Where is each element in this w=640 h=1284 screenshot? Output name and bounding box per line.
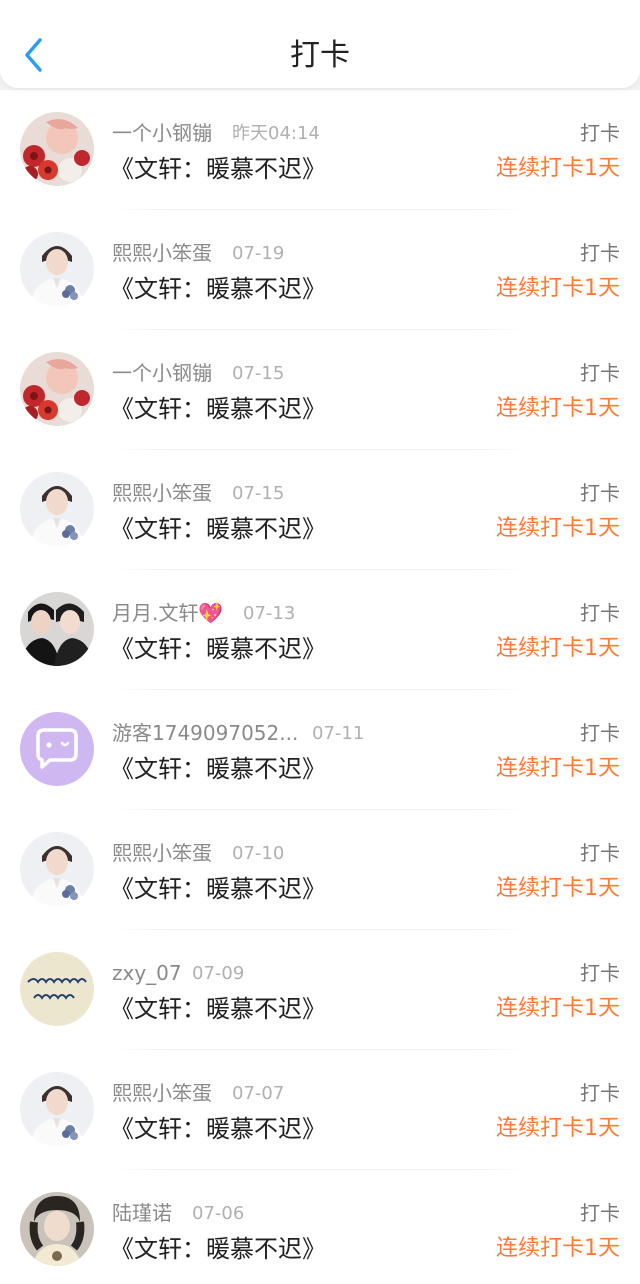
book-title[interactable]: 《文轩：暖慕不迟》 bbox=[110, 272, 326, 306]
timestamp: 07-06 bbox=[192, 1203, 245, 1224]
timestamp: 07-19 bbox=[232, 243, 285, 264]
username[interactable]: 一个小钢镚 bbox=[112, 360, 212, 386]
username[interactable]: 游客1749097052... bbox=[112, 720, 298, 746]
timestamp: 07-11 bbox=[312, 723, 365, 744]
timestamp: 07-10 bbox=[232, 843, 285, 864]
timestamp: 07-09 bbox=[192, 963, 245, 984]
checkin-label: 打卡 bbox=[580, 241, 620, 265]
avatar-white-suit[interactable] bbox=[20, 1072, 94, 1146]
list-item[interactable]: 游客1749097052... 07-11 《文轩：暖慕不迟》 打卡 连续打卡1… bbox=[0, 690, 640, 810]
avatar-white-suit[interactable] bbox=[20, 832, 94, 906]
checkin-label: 打卡 bbox=[580, 601, 620, 625]
checkin-label: 打卡 bbox=[580, 361, 620, 385]
streak-label: 连续打卡1天 bbox=[496, 156, 620, 181]
list-item[interactable]: 一个小钢镚 昨天04:14 《文轩：暖慕不迟》 打卡 连续打卡1天 bbox=[0, 90, 640, 210]
streak-label: 连续打卡1天 bbox=[496, 396, 620, 421]
streak-label: 连续打卡1天 bbox=[496, 636, 620, 661]
checkin-label: 打卡 bbox=[580, 961, 620, 985]
username[interactable]: 熙熙小笨蛋 bbox=[112, 240, 212, 266]
avatar-white-suit[interactable] bbox=[20, 232, 94, 306]
avatar-portrait[interactable] bbox=[20, 1192, 94, 1266]
book-title[interactable]: 《文轩：暖慕不迟》 bbox=[110, 752, 326, 786]
checkin-label: 打卡 bbox=[580, 481, 620, 505]
username[interactable]: 熙熙小笨蛋 bbox=[112, 1080, 212, 1106]
book-title[interactable]: 《文轩：暖慕不迟》 bbox=[110, 632, 326, 666]
streak-label: 连续打卡1天 bbox=[496, 996, 620, 1021]
username[interactable]: 熙熙小笨蛋 bbox=[112, 840, 212, 866]
username[interactable]: zxy_07 bbox=[112, 960, 182, 986]
checkin-label: 打卡 bbox=[580, 1081, 620, 1105]
streak-label: 连续打卡1天 bbox=[496, 756, 620, 781]
timestamp: 昨天04:14 bbox=[232, 123, 320, 144]
book-title[interactable]: 《文轩：暖慕不迟》 bbox=[110, 1232, 326, 1266]
book-title[interactable]: 《文轩：暖慕不迟》 bbox=[110, 392, 326, 426]
avatar-red-flowers[interactable] bbox=[20, 112, 94, 186]
avatar-handwriting[interactable] bbox=[20, 952, 94, 1026]
list-item[interactable]: 熙熙小笨蛋 07-19 《文轩：暖慕不迟》 打卡 连续打卡1天 bbox=[0, 210, 640, 330]
streak-label: 连续打卡1天 bbox=[496, 516, 620, 541]
avatar-two-people[interactable] bbox=[20, 592, 94, 666]
book-title[interactable]: 《文轩：暖慕不迟》 bbox=[110, 152, 326, 186]
timestamp: 07-13 bbox=[243, 603, 296, 624]
checkin-label: 打卡 bbox=[580, 1201, 620, 1225]
page-title: 打卡 bbox=[290, 38, 350, 73]
timestamp: 07-07 bbox=[232, 1083, 285, 1104]
list-item[interactable]: zxy_07 07-09 《文轩：暖慕不迟》 打卡 连续打卡1天 bbox=[0, 930, 640, 1050]
checkin-label: 打卡 bbox=[580, 841, 620, 865]
list-item[interactable]: 陆瑾诺 07-06 《文轩：暖慕不迟》 打卡 连续打卡1天 bbox=[0, 1170, 640, 1284]
avatar-red-flowers[interactable] bbox=[20, 352, 94, 426]
streak-label: 连续打卡1天 bbox=[496, 1236, 620, 1261]
avatar-white-suit[interactable] bbox=[20, 472, 94, 546]
streak-label: 连续打卡1天 bbox=[496, 1116, 620, 1141]
app-header: 打卡 bbox=[0, 0, 640, 88]
timestamp: 07-15 bbox=[232, 483, 285, 504]
book-title[interactable]: 《文轩：暖慕不迟》 bbox=[110, 872, 326, 906]
timestamp: 07-15 bbox=[232, 363, 285, 384]
username[interactable]: 月月.文轩💖 bbox=[112, 600, 223, 626]
streak-label: 连续打卡1天 bbox=[496, 276, 620, 301]
list-item[interactable]: 熙熙小笨蛋 07-10 《文轩：暖慕不迟》 打卡 连续打卡1天 bbox=[0, 810, 640, 930]
checkin-label: 打卡 bbox=[580, 121, 620, 145]
streak-label: 连续打卡1天 bbox=[496, 876, 620, 901]
list-item[interactable]: 熙熙小笨蛋 07-07 《文轩：暖慕不迟》 打卡 连续打卡1天 bbox=[0, 1050, 640, 1170]
username[interactable]: 熙熙小笨蛋 bbox=[112, 480, 212, 506]
list-item[interactable]: 一个小钢镚 07-15 《文轩：暖慕不迟》 打卡 连续打卡1天 bbox=[0, 330, 640, 450]
list-item[interactable]: 月月.文轩💖 07-13 《文轩：暖慕不迟》 打卡 连续打卡1天 bbox=[0, 570, 640, 690]
list-item[interactable]: 熙熙小笨蛋 07-15 《文轩：暖慕不迟》 打卡 连续打卡1天 bbox=[0, 450, 640, 570]
book-title[interactable]: 《文轩：暖慕不迟》 bbox=[110, 1112, 326, 1146]
checkin-label: 打卡 bbox=[580, 721, 620, 745]
username[interactable]: 陆瑾诺 bbox=[112, 1200, 172, 1226]
checkin-list: 一个小钢镚 昨天04:14 《文轩：暖慕不迟》 打卡 连续打卡1天 熙熙小笨蛋 … bbox=[0, 90, 640, 1284]
book-title[interactable]: 《文轩：暖慕不迟》 bbox=[110, 512, 326, 546]
book-title[interactable]: 《文轩：暖慕不迟》 bbox=[110, 992, 326, 1026]
username[interactable]: 一个小钢镚 bbox=[112, 120, 212, 146]
avatar-purple-chat[interactable] bbox=[20, 712, 94, 786]
